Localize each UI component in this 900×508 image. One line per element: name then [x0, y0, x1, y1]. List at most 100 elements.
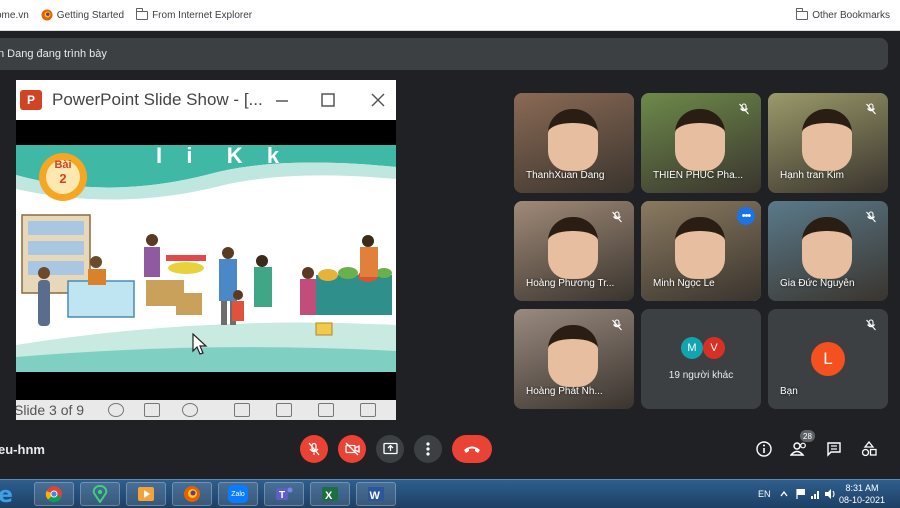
show-hidden-icons-icon[interactable]	[779, 489, 789, 499]
people-count-badge: 28	[800, 430, 815, 442]
taskbar-player[interactable]	[126, 482, 166, 506]
bookmark-label: From Internet Explorer	[152, 9, 253, 21]
meeting-info-button[interactable]	[753, 438, 775, 460]
participant-face	[548, 217, 598, 279]
mic-off-icon	[862, 208, 880, 226]
notes-icon[interactable]	[144, 403, 160, 417]
participant-tile[interactable]: Hạnh tran Kim	[768, 93, 888, 193]
svg-text:e: e	[0, 483, 13, 506]
ie-icon[interactable]: e	[0, 482, 18, 506]
zalo-icon: Zalo	[228, 485, 248, 503]
end-call-button[interactable]	[452, 435, 492, 463]
more-vert-icon	[426, 442, 430, 456]
self-tile[interactable]: L Bạn	[768, 309, 888, 409]
participant-face	[675, 217, 725, 279]
clock-date[interactable]: 08-10-2021	[836, 495, 888, 505]
lesson-badge-word: Bài	[54, 159, 72, 171]
participant-tile[interactable]: THIÊN PHÚC Pha...	[641, 93, 761, 193]
mic-off-icon	[308, 442, 320, 456]
svg-text:X: X	[325, 490, 333, 502]
others-tile[interactable]: M V 19 người khác	[641, 309, 761, 409]
slide-sorter-icon[interactable]	[276, 403, 292, 417]
participant-tile[interactable]: Hoàng Phát Nh...	[514, 309, 634, 409]
location-app-icon	[92, 485, 108, 503]
firefox-icon	[184, 486, 200, 502]
media-player-icon	[138, 487, 154, 501]
participant-name: Hoàng Phương Tr...	[526, 278, 615, 289]
flag-icon[interactable]	[795, 488, 807, 500]
avatar: L	[811, 342, 845, 376]
presenter-banner: n Dang đang trình bày	[0, 38, 888, 70]
camera-off-icon	[344, 442, 360, 456]
taskbar-excel[interactable]: X	[310, 482, 350, 506]
taskbar-maps[interactable]	[80, 482, 120, 506]
taskbar-chrome[interactable]	[34, 482, 74, 506]
more-options-icon[interactable]: •••	[737, 207, 755, 225]
presentation-view: P PowerPoint Slide Show - [... Bài 2 I i…	[16, 80, 396, 420]
participant-name: Gia Đức Nguyễn	[780, 278, 855, 289]
others-count: 19 người khác	[668, 370, 734, 381]
network-icon[interactable]	[810, 488, 822, 500]
reading-view-icon[interactable]	[318, 403, 334, 417]
participant-name: THIÊN PHÚC Pha...	[653, 170, 744, 181]
firefox-icon	[41, 9, 53, 21]
bookmark-getting-started[interactable]: Getting Started	[35, 9, 130, 21]
taskbar-zalo[interactable]: Zalo	[218, 482, 258, 506]
slide-content: Bài 2 I i K k	[16, 145, 396, 372]
taskbar-firefox[interactable]	[172, 482, 212, 506]
taskbar-word[interactable]: W	[356, 482, 396, 506]
chat-button[interactable]	[823, 438, 845, 460]
participant-tile[interactable]: Gia Đức Nguyễn	[768, 201, 888, 301]
taskbar-teams[interactable]: T	[264, 482, 304, 506]
people-icon	[790, 442, 806, 456]
bookmark-from-ie[interactable]: From Internet Explorer	[130, 7, 258, 21]
clock-time[interactable]: 8:31 AM	[843, 483, 881, 493]
language-indicator[interactable]: EN	[758, 489, 771, 499]
mic-off-icon	[608, 208, 626, 226]
svg-text:T: T	[279, 490, 285, 501]
meeting-code: eu-hnm	[0, 442, 45, 457]
participant-face	[548, 325, 598, 387]
avatar: M	[681, 337, 703, 359]
powerpoint-icon: P	[20, 90, 42, 110]
word-icon: W	[368, 487, 384, 502]
present-button[interactable]	[376, 435, 404, 463]
participant-name: Hạnh tran Kim	[780, 170, 844, 181]
volume-icon[interactable]	[824, 488, 836, 500]
bookmark-site[interactable]: ome.vn	[0, 10, 35, 21]
mic-off-icon	[862, 100, 880, 118]
excel-icon: X	[322, 487, 338, 502]
participant-face	[802, 109, 852, 171]
participant-tile[interactable]: ••• Minh Ngọc Le	[641, 201, 761, 301]
ppt-window-title: PowerPoint Slide Show - [...	[52, 90, 263, 109]
more-options-button[interactable]	[414, 435, 442, 463]
participant-name: ThanhXuan Dang	[526, 170, 605, 181]
slide-status-bar: Slide 3 of 9	[16, 400, 396, 420]
activities-button[interactable]	[858, 438, 880, 460]
phone-hangup-icon	[464, 446, 480, 453]
camera-toggle-button[interactable]	[338, 435, 366, 463]
avatar: V	[703, 337, 725, 359]
chrome-icon	[45, 486, 62, 503]
mic-off-icon	[608, 316, 626, 334]
next-slide-icon[interactable]	[182, 403, 198, 417]
mic-off-icon	[735, 100, 753, 118]
previous-slide-icon[interactable]	[108, 403, 124, 417]
participant-name: Hoàng Phát Nh...	[526, 386, 603, 397]
close-icon[interactable]	[366, 88, 390, 112]
slideshow-view-icon[interactable]	[360, 403, 376, 417]
bookmark-label: Getting Started	[56, 9, 125, 21]
participant-face	[802, 217, 852, 279]
mic-toggle-button[interactable]	[300, 435, 328, 463]
mic-off-icon	[862, 316, 880, 334]
bookmarks-bar: ome.vn Getting Started From Internet Exp…	[0, 0, 900, 31]
minimize-icon[interactable]	[270, 88, 294, 112]
maximize-icon[interactable]	[316, 88, 340, 112]
participant-tile[interactable]: Hoàng Phương Tr...	[514, 201, 634, 301]
present-screen-icon	[382, 442, 398, 455]
other-bookmarks[interactable]: Other Bookmarks	[790, 7, 900, 21]
slide-counter: Slide 3 of 9	[16, 402, 85, 418]
normal-view-icon[interactable]	[234, 403, 250, 417]
participant-name: Minh Ngọc Le	[653, 278, 715, 289]
participant-tile[interactable]: ThanhXuan Dang	[514, 93, 634, 193]
